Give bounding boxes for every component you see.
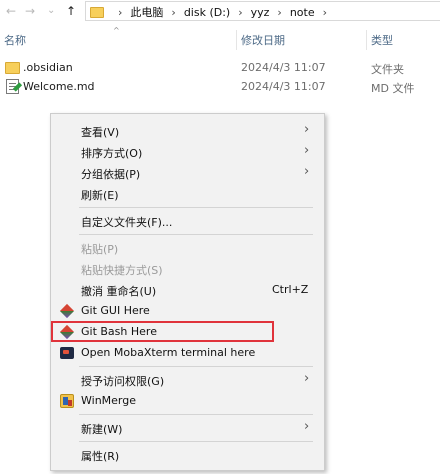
menu-item-label: 授予访问权限(G) (81, 375, 165, 388)
menu-item-label: 排序方式(O) (81, 147, 143, 160)
submenu-arrow-icon: › (304, 143, 310, 158)
menu-item-label: WinMerge (81, 394, 136, 407)
breadcrumb-item-disk-d[interactable]: disk (D:) (184, 6, 230, 19)
menu-separator (79, 441, 313, 442)
forward-arrow-icon[interactable]: → (25, 3, 35, 19)
menu-item-label: 粘贴(P) (81, 243, 119, 256)
breadcrumb: › 此电脑 › disk (D:) › yyz › note › (90, 4, 335, 20)
menu-item-mobaxterm[interactable]: Open MobaXterm terminal here (51, 343, 324, 363)
menu-item-view[interactable]: 查看(V) › (51, 121, 324, 141)
breadcrumb-separator[interactable]: › (171, 6, 175, 19)
breadcrumb-item-yyz[interactable]: yyz (251, 6, 270, 19)
file-date: 2024/4/3 11:07 (241, 80, 326, 93)
menu-item-label: 分组依据(P) (81, 168, 141, 181)
column-header-name[interactable]: 名称 (4, 32, 26, 48)
column-header-date-modified[interactable]: 修改日期 (241, 32, 285, 48)
file-type: MD 文件 (371, 82, 415, 95)
folder-icon (5, 62, 20, 74)
menu-separator (79, 414, 313, 415)
address-box[interactable]: › 此电脑 › disk (D:) › yyz › note › (85, 1, 440, 21)
file-name: Welcome.md (23, 80, 95, 93)
up-arrow-icon[interactable]: ↑ (66, 3, 76, 19)
menu-separator (79, 207, 313, 208)
breadcrumb-separator[interactable]: › (238, 6, 242, 19)
sort-ascending-icon: ^ (113, 26, 120, 35)
submenu-arrow-icon: › (304, 122, 310, 137)
column-divider[interactable] (236, 30, 237, 50)
menu-separator (79, 234, 313, 235)
mobaxterm-icon (60, 346, 74, 360)
menu-item-label: 刷新(E) (81, 189, 119, 202)
file-type: 文件夹 (371, 63, 404, 76)
winmerge-icon (60, 394, 74, 408)
menu-item-label: 撤消 重命名(U) (81, 285, 157, 298)
submenu-arrow-icon: › (304, 164, 310, 179)
back-arrow-icon[interactable]: ← (6, 3, 16, 19)
submenu-arrow-icon: › (304, 371, 310, 386)
breadcrumb-separator[interactable]: › (277, 6, 281, 19)
file-row[interactable]: Welcome.md 2024/4/3 11:07 MD 文件 (0, 77, 440, 97)
menu-item-undo-rename[interactable]: 撤消 重命名(U) Ctrl+Z (51, 280, 324, 300)
menu-item-customize-folder[interactable]: 自定义文件夹(F)... (51, 211, 324, 231)
git-icon (59, 303, 75, 319)
menu-item-sort-by[interactable]: 排序方式(O) › (51, 142, 324, 162)
menu-item-label: 查看(V) (81, 126, 120, 139)
menu-item-winmerge[interactable]: WinMerge (51, 391, 324, 411)
breadcrumb-item-this-pc[interactable]: 此电脑 (130, 4, 163, 20)
menu-item-properties[interactable]: 属性(R) (51, 445, 324, 465)
menu-item-label: Git GUI Here (81, 304, 150, 317)
shortcut-hint: Ctrl+Z (272, 283, 309, 296)
menu-item-label: 属性(R) (81, 450, 120, 463)
file-name: .obsidian (23, 61, 73, 74)
column-header-type[interactable]: 类型 (371, 32, 393, 48)
menu-item-paste-shortcut[interactable]: 粘贴快捷方式(S) (51, 259, 324, 279)
breadcrumb-separator[interactable]: › (118, 6, 122, 19)
context-menu: 查看(V) › 排序方式(O) › 分组依据(P) › 刷新(E) 自定义文件夹… (50, 113, 325, 471)
menu-item-refresh[interactable]: 刷新(E) (51, 184, 324, 204)
menu-item-group-by[interactable]: 分组依据(P) › (51, 163, 324, 183)
menu-item-paste[interactable]: 粘贴(P) (51, 238, 324, 258)
breadcrumb-separator[interactable]: › (323, 6, 327, 19)
menu-separator (79, 366, 313, 367)
menu-item-give-access[interactable]: 授予访问权限(G) › (51, 370, 324, 390)
column-divider[interactable] (366, 30, 367, 50)
menu-item-label: 新建(W) (81, 423, 123, 436)
recent-locations-chevron-icon[interactable]: ⌄ (47, 3, 55, 19)
menu-item-new[interactable]: 新建(W) › (51, 418, 324, 438)
menu-item-label: Open MobaXterm terminal here (81, 346, 256, 359)
menu-item-label: 自定义文件夹(F)... (81, 216, 173, 229)
file-row[interactable]: .obsidian 2024/4/3 11:07 文件夹 (0, 58, 440, 78)
highlight-box (51, 321, 274, 342)
menu-item-label: 粘贴快捷方式(S) (81, 264, 163, 277)
file-date: 2024/4/3 11:07 (241, 61, 326, 74)
folder-icon (90, 6, 104, 18)
address-bar-row: ← → ⌄ ↑ › 此电脑 › disk (D:) › yyz › note › (0, 0, 440, 22)
menu-item-git-gui[interactable]: Git GUI Here (51, 301, 324, 321)
breadcrumb-item-note[interactable]: note (290, 6, 315, 19)
submenu-arrow-icon: › (304, 419, 310, 434)
